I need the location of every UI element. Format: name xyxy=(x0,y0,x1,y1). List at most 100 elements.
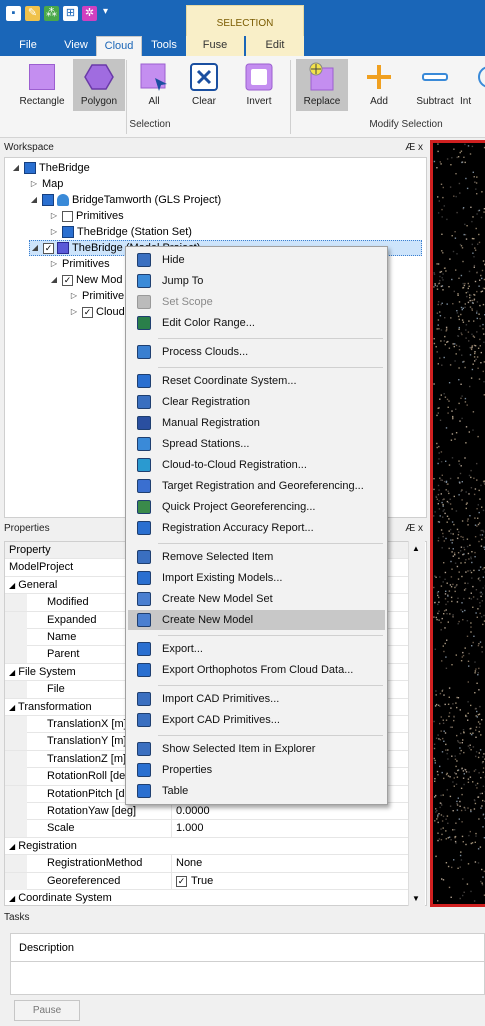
cluster-icon[interactable]: ✲ xyxy=(82,6,97,21)
menu-item-spread-stations[interactable]: Spread Stations... xyxy=(128,434,385,454)
model-project-icon xyxy=(57,242,69,254)
menu-item-show-selected-item-in-explorer[interactable]: Show Selected Item in Explorer xyxy=(128,739,385,759)
tree-node-new-model[interactable]: ◢ ✓ New Mod xyxy=(49,272,123,288)
visibility-checkbox[interactable]: ✓ xyxy=(82,306,93,318)
menu-item-quick-project-georeferencing[interactable]: Quick Project Georeferencing... xyxy=(128,497,385,517)
collapse-arrow-icon[interactable]: ◢ xyxy=(9,894,15,903)
property-row[interactable]: Scale 1.000 xyxy=(5,820,411,838)
menu-item-create-new-model[interactable]: Create New Model xyxy=(128,610,385,630)
property-value[interactable]: 0.0000 xyxy=(171,803,210,820)
tree-node-primitive[interactable]: ▷ Primitive xyxy=(69,288,124,304)
node-label: Map xyxy=(42,178,64,190)
menu-item-remove-selected-item[interactable]: Remove Selected Item xyxy=(128,547,385,567)
category-label: ◢ Transformation xyxy=(9,700,92,713)
collapse-arrow-icon[interactable]: ◢ xyxy=(9,668,15,677)
menu-item-create-new-model-set[interactable]: Create New Model Set xyxy=(128,589,385,609)
visibility-checkbox[interactable]: ✓ xyxy=(43,242,54,254)
rectangle-button[interactable]: Rectangle xyxy=(16,59,68,111)
save-icon[interactable]: ▪ xyxy=(6,6,21,21)
menu-item-edit-color-range[interactable]: Edit Color Range... xyxy=(128,313,385,333)
menu-item-jump-to[interactable]: Jump To xyxy=(128,271,385,291)
panel-pin-close-icon[interactable]: Æ x xyxy=(405,523,423,534)
expand-arrow-icon[interactable]: ▷ xyxy=(69,304,79,320)
menu-item-export-orthophotos-from-cloud-data[interactable]: Export Orthophotos From Cloud Data... xyxy=(128,660,385,680)
invert-selection-button[interactable]: Invert xyxy=(233,59,285,111)
select-all-button[interactable]: All xyxy=(128,59,180,111)
panel-pin-close-icon[interactable]: Æ x xyxy=(405,142,423,153)
property-value[interactable]: None xyxy=(171,855,202,873)
scroll-down-icon[interactable]: ▼ xyxy=(412,894,420,903)
collapse-arrow-icon[interactable]: ◢ xyxy=(29,192,39,208)
polygon-button[interactable]: Polygon xyxy=(73,59,125,111)
replace-button[interactable]: Replace xyxy=(296,59,348,111)
menu-item-import-cad-primitives[interactable]: Import CAD Primitives... xyxy=(128,689,385,709)
tree-node-cloud[interactable]: ▷ ✓ Cloud xyxy=(69,304,125,320)
network-icon[interactable]: ⁂ xyxy=(44,6,59,21)
menu-item-label: Remove Selected Item xyxy=(162,551,274,563)
rectangle-label: Rectangle xyxy=(19,96,65,107)
pause-button[interactable]: Pause xyxy=(14,1000,80,1021)
menu-item-target-registration-and-georeferencing[interactable]: Target Registration and Georeferencing..… xyxy=(128,476,385,496)
property-row[interactable]: RegistrationMethod None xyxy=(5,855,411,873)
menu-item-clear-registration[interactable]: Clear Registration xyxy=(128,392,385,412)
expand-arrow-icon[interactable]: ▷ xyxy=(29,176,39,192)
properties-scrollbar[interactable]: ▲ ▼ xyxy=(408,541,425,906)
subtract-button[interactable]: Subtract xyxy=(409,59,461,111)
collapse-arrow-icon[interactable]: ◢ xyxy=(11,160,21,176)
menu-item-import-existing-models[interactable]: Import Existing Models... xyxy=(128,568,385,588)
scroll-up-icon[interactable]: ▲ xyxy=(412,544,420,553)
expand-arrow-icon[interactable]: ▷ xyxy=(49,208,59,224)
add-button[interactable]: Add xyxy=(353,59,405,111)
collapse-arrow-icon[interactable]: ◢ xyxy=(49,272,59,288)
menu-item-label: Process Clouds... xyxy=(162,346,249,358)
menu-item-export[interactable]: Export... xyxy=(128,639,385,659)
menu-item-table[interactable]: Table xyxy=(128,781,385,801)
collapse-arrow-icon[interactable]: ◢ xyxy=(9,581,15,590)
customize-dropdown-icon[interactable]: ▾ xyxy=(103,6,108,26)
node-label: New Mod xyxy=(76,274,123,286)
tasks-title: Tasks xyxy=(4,912,30,923)
visibility-checkbox[interactable] xyxy=(62,210,73,222)
expand-arrow-icon[interactable]: ▷ xyxy=(49,224,59,240)
menu-item-hide[interactable]: Hide xyxy=(128,250,385,270)
collapse-arrow-icon[interactable]: ◢ xyxy=(9,703,15,712)
property-category-row[interactable]: ◢ Coordinate System xyxy=(5,890,411,905)
tab-file[interactable]: File xyxy=(10,36,46,56)
menu-item-set-scope[interactable]: Set Scope xyxy=(128,292,385,312)
expand-arrow-icon[interactable]: ▷ xyxy=(69,288,79,304)
edit-icon[interactable]: ✎ xyxy=(25,6,40,21)
tab-view[interactable]: View xyxy=(58,36,94,56)
tree-node-primitives[interactable]: ▷ Primitives xyxy=(49,208,124,224)
visibility-checkbox[interactable]: ✓ xyxy=(62,274,73,286)
menu-item-registration-accuracy-report[interactable]: Registration Accuracy Report... xyxy=(128,518,385,538)
clear-selection-button[interactable]: Clear xyxy=(178,59,230,111)
tab-fuse[interactable]: Fuse xyxy=(186,36,244,56)
tree-node-primitives-2[interactable]: ▷ Primitives xyxy=(49,256,110,272)
menu-item-manual-registration[interactable]: Manual Registration xyxy=(128,413,385,433)
tree-node-map[interactable]: ▷ Map xyxy=(29,176,63,192)
tab-edit[interactable]: Edit xyxy=(246,36,304,56)
menu-item-reset-coordinate-system[interactable]: Reset Coordinate System... xyxy=(128,371,385,391)
collapse-arrow-icon[interactable]: ◢ xyxy=(30,240,40,256)
property-row[interactable]: RotationYaw [deg] 0.0000 xyxy=(5,803,411,821)
layout-icon[interactable]: ⊞ xyxy=(63,6,78,21)
property-value[interactable]: ✓ True xyxy=(171,872,213,890)
menu-item-export-cad-primitives[interactable]: Export CAD Primitives... xyxy=(128,710,385,730)
intersect-button[interactable]: Int xyxy=(460,59,485,111)
tab-cloud[interactable]: Cloud xyxy=(96,36,142,56)
menu-item-properties[interactable]: Properties xyxy=(128,760,385,780)
tree-node-gls-project[interactable]: ◢ BridgeTamworth (GLS Project) xyxy=(29,192,221,208)
menu-item-process-clouds[interactable]: Process Clouds... xyxy=(128,342,385,362)
tree-node-station-set[interactable]: ▷ TheBridge (Station Set) xyxy=(49,224,192,240)
property-value[interactable]: 1.000 xyxy=(171,820,204,838)
property-category-row[interactable]: ◢ Registration xyxy=(5,837,411,856)
menu-item-cloud-to-cloud-registration[interactable]: Cloud-to-Cloud Registration... xyxy=(128,455,385,475)
row-indent xyxy=(5,768,27,786)
tree-node-thebridge[interactable]: ◢ TheBridge xyxy=(11,160,90,176)
georeferenced-checkbox[interactable]: ✓ xyxy=(176,875,187,887)
expand-arrow-icon[interactable]: ▷ xyxy=(49,256,59,272)
collapse-arrow-icon[interactable]: ◢ xyxy=(9,842,15,851)
point-cloud-viewport[interactable] xyxy=(430,140,485,907)
property-row[interactable]: Georeferenced ✓ True xyxy=(5,872,411,890)
tab-tools[interactable]: Tools xyxy=(146,36,182,56)
